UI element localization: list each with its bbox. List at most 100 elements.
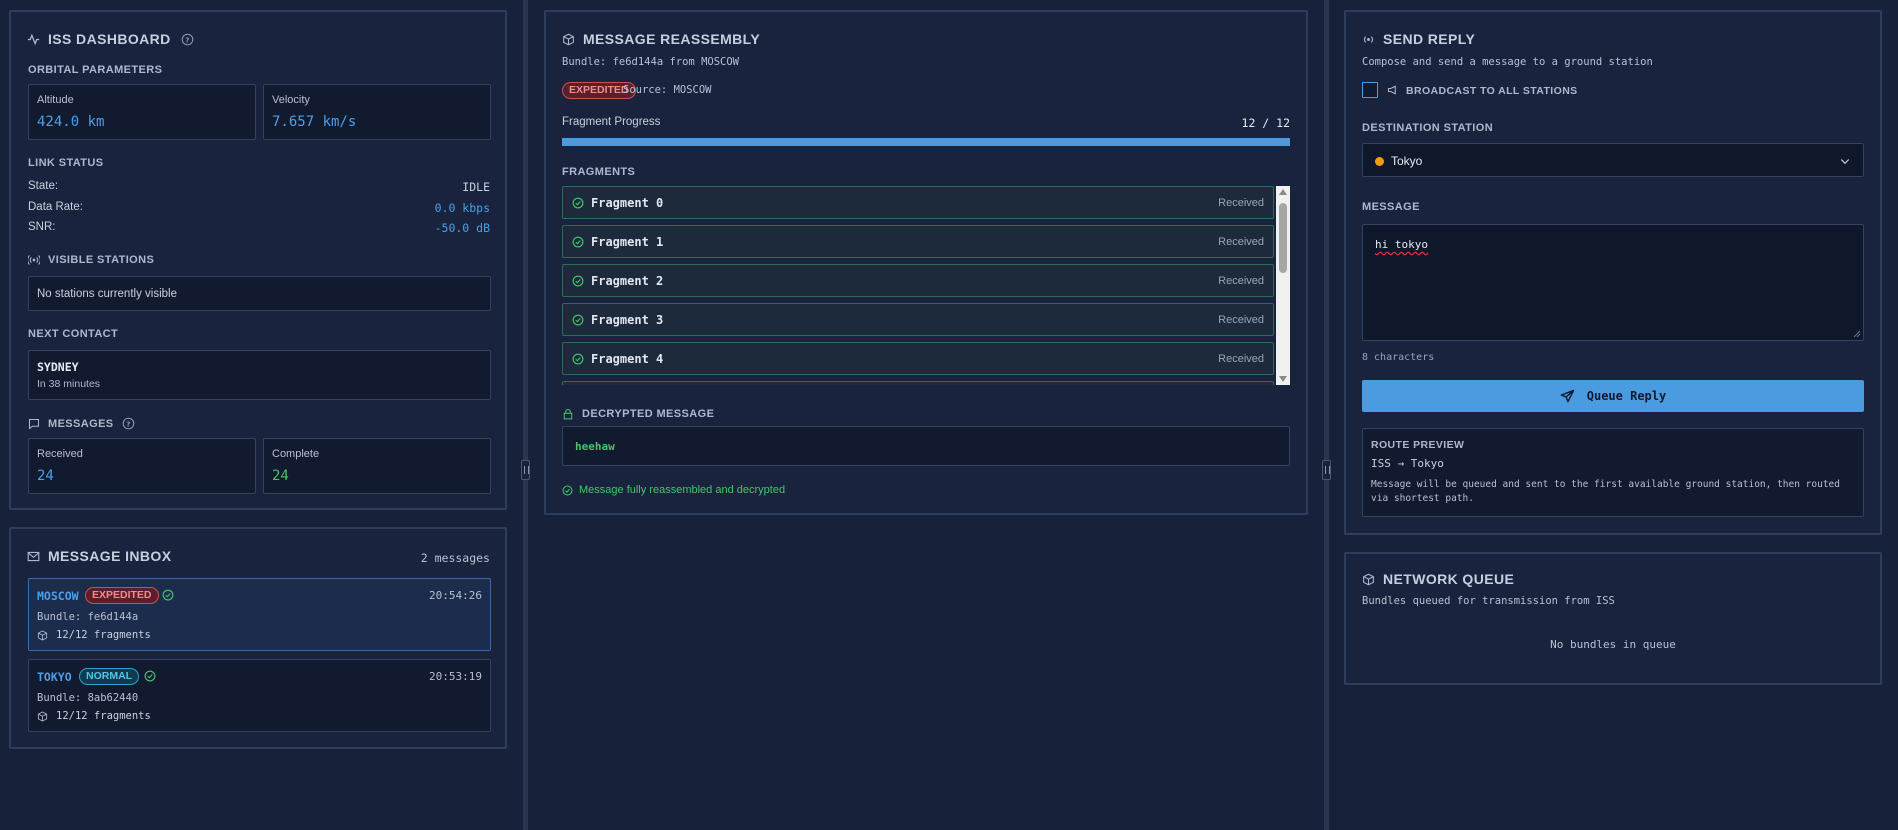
fragment-row[interactable]: Fragment 2 Received	[562, 264, 1274, 297]
package-icon	[1363, 573, 1374, 585]
fragment-name: Fragment 2	[591, 274, 664, 288]
bundle-line: Bundle: fe6d144a from MOSCOW	[562, 56, 740, 68]
message-textarea[interactable]: hi tokyo	[1362, 224, 1864, 341]
broadcast-checkbox[interactable]	[1362, 82, 1378, 98]
fragments-label: FRAGMENTS	[562, 166, 636, 178]
broadcast-label: BROADCAST TO ALL STATIONS	[1406, 85, 1578, 97]
priority-badge: NORMAL	[79, 668, 140, 685]
help-icon[interactable]: ?	[181, 33, 194, 46]
check-circle-icon	[572, 197, 584, 209]
visible-stations-empty: No stations currently visible	[37, 288, 177, 300]
fragment-row[interactable]: Fragment 4 Received	[562, 342, 1274, 375]
iss-dashboard-panel: ISS DASHBOARD ? ORBITAL PARAMETERS Altit…	[9, 10, 507, 510]
left-column: ISS DASHBOARD ? ORBITAL PARAMETERS Altit…	[0, 0, 524, 830]
scroll-down-icon[interactable]	[1279, 376, 1287, 382]
message-inbox-panel: MESSAGE INBOX 2 messages MOSCOW EXPEDITE…	[9, 527, 507, 749]
velocity-value: 7.657 km/s	[272, 114, 357, 130]
queue-reply-label: Queue Reply	[1586, 389, 1667, 403]
snr-row: SNR: -50.0 dB	[28, 221, 490, 235]
fragment-row[interactable]: Fragment 3 Received	[562, 303, 1274, 336]
next-contact-time: In 38 minutes	[37, 378, 101, 390]
state-row: State: IDLE	[28, 180, 490, 194]
route-preview-label: ROUTE PREVIEW	[1371, 439, 1465, 451]
altitude-label: Altitude	[37, 94, 74, 106]
fragment-status: Received	[1218, 275, 1264, 287]
inbox-count: 2 messages	[420, 551, 490, 565]
package-icon	[37, 630, 48, 641]
decrypted-text: heehaw	[575, 440, 615, 453]
left-resize-handle[interactable]	[521, 0, 530, 830]
help-icon[interactable]: ?	[122, 417, 135, 430]
send-reply-subtitle: Compose and send a message to a ground s…	[1362, 56, 1653, 68]
altitude-box: Altitude 424.0 km	[28, 84, 256, 140]
success-row: Message fully reassembled and decrypted	[562, 484, 785, 496]
network-queue-empty: No bundles in queue	[1550, 638, 1676, 651]
fragment-name: Fragment 1	[591, 235, 664, 249]
scroll-up-icon[interactable]	[1279, 189, 1287, 195]
fragment-name: Fragment 3	[591, 313, 664, 327]
fragments-list[interactable]: Fragment 0 Received Fragment 1 Received …	[562, 186, 1290, 385]
destination-label: DESTINATION STATION	[1362, 122, 1494, 134]
priority-badge: EXPEDITED	[85, 587, 159, 604]
check-circle-icon	[562, 485, 573, 495]
visible-stations-header: VISIBLE STATIONS	[28, 254, 154, 266]
network-queue-title: NETWORK QUEUE	[1383, 571, 1515, 587]
lock-icon	[563, 408, 573, 420]
fragment-row-partial[interactable]	[562, 381, 1274, 385]
send-reply-header: SEND REPLY	[1362, 31, 1475, 47]
package-icon	[563, 33, 574, 45]
inbox-item-tokyo[interactable]: TOKYO NORMAL 20:53:19 Bundle: 8ab62440 1…	[28, 659, 491, 732]
fragment-status: Received	[1218, 197, 1264, 209]
received-label: Received	[37, 448, 83, 460]
snr-value: -50.0 dB	[434, 221, 490, 235]
data-rate-value: 0.0 kbps	[434, 201, 490, 215]
fragment-progress-count: 12 / 12	[1241, 116, 1290, 130]
resize-grip-icon[interactable]	[1853, 330, 1861, 338]
chevron-down-icon	[1840, 159, 1850, 165]
fragment-status: Received	[1218, 236, 1264, 248]
visible-stations-label: VISIBLE STATIONS	[48, 254, 155, 266]
messages-label: MESSAGES	[48, 417, 114, 430]
check-circle-icon	[572, 236, 584, 248]
station-status-dot	[1375, 157, 1384, 166]
visible-stations-box: No stations currently visible	[28, 276, 491, 311]
message-reassembly-panel: MESSAGE REASSEMBLY Bundle: fe6d144a from…	[544, 10, 1308, 515]
fragment-row[interactable]: Fragment 0 Received	[562, 186, 1274, 219]
check-circle-icon	[162, 589, 174, 601]
scrollbar-thumb[interactable]	[1279, 203, 1287, 273]
check-circle-icon	[572, 353, 584, 365]
right-column: SEND REPLY Compose and send a message to…	[1329, 0, 1898, 830]
source-text: Source: MOSCOW	[623, 84, 712, 96]
route-preview-box: ROUTE PREVIEW ISS → Tokyo Message will b…	[1362, 428, 1864, 517]
state-value: IDLE	[462, 180, 490, 194]
next-contact-box: SYDNEY In 38 minutes	[28, 350, 491, 400]
iss-dashboard-title: ISS DASHBOARD	[48, 31, 171, 47]
complete-box: Complete 24	[263, 438, 491, 494]
messages-header: MESSAGES ?	[28, 417, 135, 430]
route-note: Message will be queued and sent to the f…	[1371, 479, 1840, 504]
decrypted-header: DECRYPTED MESSAGE	[562, 408, 714, 420]
check-circle-icon	[572, 275, 584, 287]
send-reply-title: SEND REPLY	[1383, 31, 1476, 47]
middle-column: MESSAGE REASSEMBLY Bundle: fe6d144a from…	[529, 0, 1324, 830]
check-circle-icon	[572, 314, 584, 326]
inbox-item-station: MOSCOW	[37, 589, 79, 603]
progress-bar-fill	[562, 138, 1290, 146]
inbox-item-time: 20:53:19	[429, 670, 482, 683]
fragment-status: Received	[1218, 353, 1264, 365]
broadcast-icon	[28, 255, 40, 265]
success-text: Message fully reassembled and decrypted	[579, 484, 786, 496]
package-icon	[37, 711, 48, 722]
reassembly-title: MESSAGE REASSEMBLY	[583, 31, 761, 47]
altitude-value: 424.0 km	[37, 114, 105, 130]
inbox-item-time: 20:54:26	[429, 589, 482, 602]
complete-label: Complete	[272, 448, 320, 460]
fragments-scrollbar[interactable]	[1276, 186, 1290, 385]
fragment-row[interactable]: Fragment 1 Received	[562, 225, 1274, 258]
send-icon	[1560, 389, 1575, 402]
destination-select[interactable]: Tokyo	[1362, 143, 1864, 177]
queue-reply-button[interactable]: Queue Reply	[1362, 380, 1864, 412]
inbox-item-moscow[interactable]: MOSCOW EXPEDITED 20:54:26 Bundle: fe6d14…	[28, 578, 491, 651]
iss-dashboard-header: ISS DASHBOARD ?	[27, 31, 194, 47]
network-queue-subtitle: Bundles queued for transmission from ISS	[1362, 595, 1615, 607]
